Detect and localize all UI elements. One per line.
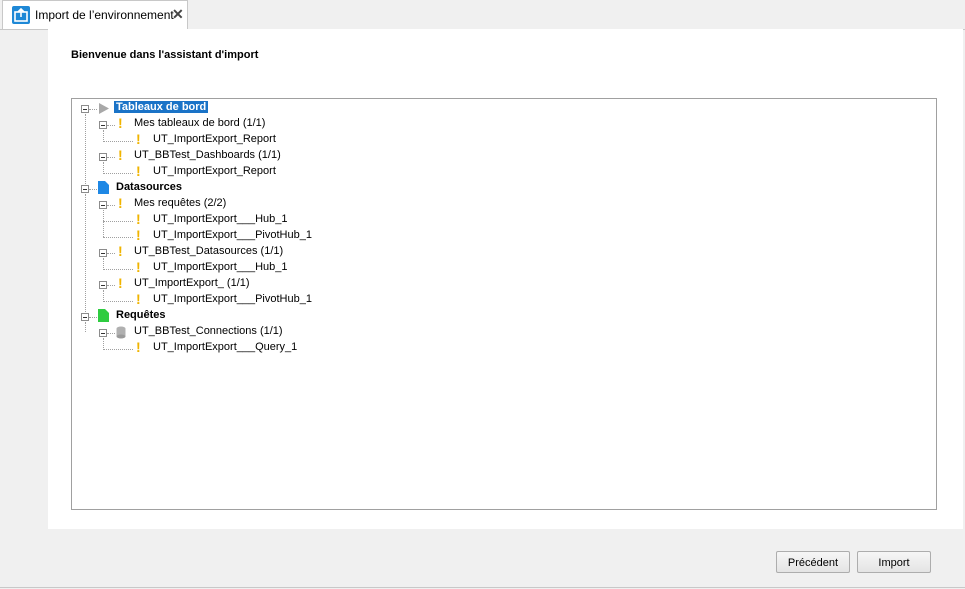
page-title: Bienvenue dans l'assistant d'import <box>71 49 259 61</box>
import-icon <box>12 6 30 24</box>
divider <box>0 587 965 588</box>
warning-icon: ! <box>118 243 123 259</box>
tree-node-tableaux-de-bord[interactable]: Tableaux de bord <box>114 101 209 113</box>
tab-title: Import de l’environnement <box>35 8 174 22</box>
collapse-toggle[interactable] <box>99 153 107 161</box>
warning-icon: ! <box>136 227 141 243</box>
tree-node-datasources[interactable]: Datasources <box>116 181 182 193</box>
warning-icon: ! <box>136 163 141 179</box>
warning-icon: ! <box>118 195 123 211</box>
collapse-toggle[interactable] <box>99 281 107 289</box>
warning-icon: ! <box>136 131 141 147</box>
tree-node[interactable]: Mes requêtes (2/2) <box>134 197 226 209</box>
triangle-icon <box>99 103 109 114</box>
database-icon <box>116 326 126 339</box>
previous-button[interactable]: Précédent <box>776 551 850 573</box>
tree-node[interactable]: UT_ImportExport___PivotHub_1 <box>153 293 312 305</box>
document-green-icon <box>98 309 109 322</box>
tree-node[interactable]: UT_BBTest_Connections (1/1) <box>134 325 283 337</box>
import-button[interactable]: Import <box>857 551 931 573</box>
import-tree[interactable]: Tableaux de bord ! Mes tableaux de bord … <box>71 98 937 510</box>
warning-icon: ! <box>136 339 141 355</box>
warning-icon: ! <box>136 291 141 307</box>
tree-node[interactable]: UT_BBTest_Datasources (1/1) <box>134 245 283 257</box>
warning-icon: ! <box>136 259 141 275</box>
collapse-toggle[interactable] <box>99 249 107 257</box>
tree-node[interactable]: UT_BBTest_Dashboards (1/1) <box>134 149 281 161</box>
tab-strip: Import de l’environnement ✕ <box>0 0 965 30</box>
tree-node[interactable]: UT_ImportExport_ (1/1) <box>134 277 250 289</box>
close-icon[interactable]: ✕ <box>172 6 184 23</box>
tree-node[interactable]: UT_ImportExport_Report <box>153 133 276 145</box>
tab-import-environment[interactable]: Import de l’environnement ✕ <box>2 0 188 29</box>
collapse-toggle[interactable] <box>99 121 107 129</box>
import-wizard-panel: Bienvenue dans l'assistant d'import Tabl… <box>48 29 963 529</box>
collapse-toggle[interactable] <box>81 185 89 193</box>
collapse-toggle[interactable] <box>99 329 107 337</box>
collapse-toggle[interactable] <box>99 201 107 209</box>
tree-node[interactable]: UT_ImportExport___Query_1 <box>153 341 297 353</box>
warning-icon: ! <box>118 147 123 163</box>
warning-icon: ! <box>136 211 141 227</box>
warning-icon: ! <box>118 115 123 131</box>
collapse-toggle[interactable] <box>81 105 89 113</box>
tree-node-requetes[interactable]: Requêtes <box>116 309 166 321</box>
tree-node[interactable]: UT_ImportExport___Hub_1 <box>153 213 288 225</box>
warning-icon: ! <box>118 275 123 291</box>
collapse-toggle[interactable] <box>81 313 89 321</box>
tree-node[interactable]: UT_ImportExport___Hub_1 <box>153 261 288 273</box>
tree-node[interactable]: UT_ImportExport___PivotHub_1 <box>153 229 312 241</box>
tree-node[interactable]: Mes tableaux de bord (1/1) <box>134 117 265 129</box>
document-blue-icon <box>98 181 109 194</box>
tree-node[interactable]: UT_ImportExport_Report <box>153 165 276 177</box>
